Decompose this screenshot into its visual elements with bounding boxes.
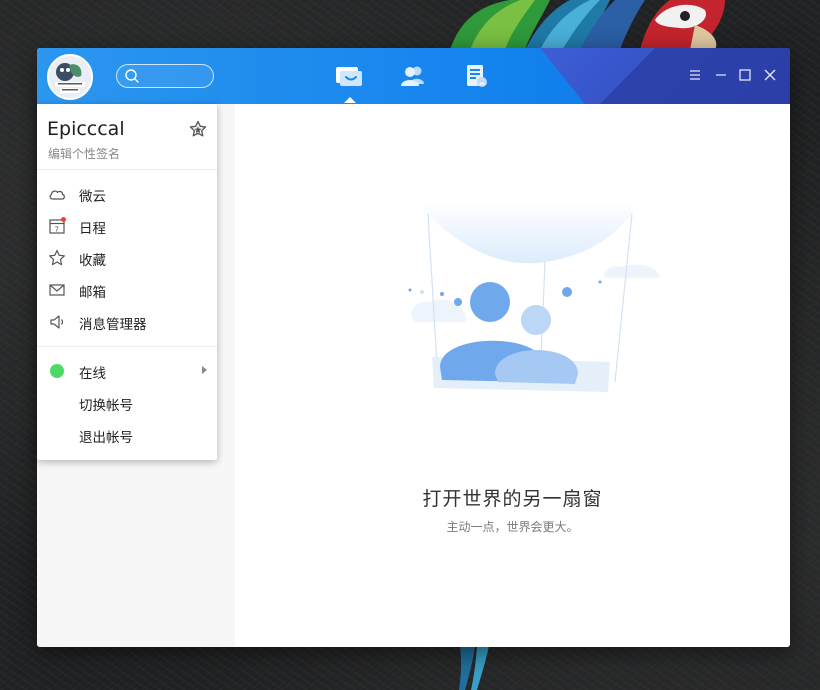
wallpaper-parrot-tail xyxy=(455,646,505,690)
empty-state-title: 打开世界的另一扇窗 xyxy=(422,488,603,510)
menu-item-logout[interactable]: 退出帐号 xyxy=(37,420,217,450)
speaker-icon xyxy=(50,315,64,329)
maximize-icon xyxy=(739,69,751,81)
minimize-icon xyxy=(716,74,726,76)
hot-air-balloon-illustration xyxy=(408,202,660,392)
menu-divider xyxy=(37,169,217,170)
document-icon xyxy=(467,65,487,87)
star-badge-icon[interactable] xyxy=(189,120,207,138)
tab-contacts[interactable] xyxy=(397,62,429,90)
minimize-button[interactable] xyxy=(713,67,729,83)
search-icon xyxy=(125,69,139,83)
contacts-icon xyxy=(401,66,424,86)
menu-item-label: 切换帐号 xyxy=(79,398,133,414)
mail-icon xyxy=(49,284,65,296)
menu-item-calendar[interactable]: 7 日程 xyxy=(37,211,217,241)
chat-bubble-icon xyxy=(336,67,362,86)
calendar-icon: 7 xyxy=(49,217,66,234)
menu-item-message-manager[interactable]: 消息管理器 xyxy=(37,307,217,337)
title-bar[interactable] xyxy=(37,48,790,104)
online-status-dot xyxy=(50,364,64,378)
empty-state-subtitle: 主动一点，世界会更大。 xyxy=(446,520,579,534)
menu-item-label: 日程 xyxy=(79,221,106,237)
tab-groups[interactable] xyxy=(461,62,493,90)
search-input[interactable] xyxy=(143,67,207,84)
profile-menu: Epicccal 编辑个性签名 微云 7 日程 收藏 邮箱 消息管理器 在线 切… xyxy=(37,104,217,460)
menu-divider xyxy=(37,346,217,347)
username: Epicccal xyxy=(47,118,125,140)
submenu-arrow-icon xyxy=(202,366,207,374)
menu-item-status[interactable]: 在线 xyxy=(37,356,217,386)
notification-badge xyxy=(61,217,66,222)
menu-item-weiyun[interactable]: 微云 xyxy=(37,179,217,209)
calendar-day: 7 xyxy=(55,226,59,234)
menu-item-label: 收藏 xyxy=(79,253,106,269)
menu-item-label: 邮箱 xyxy=(79,285,106,301)
menu-button[interactable] xyxy=(687,67,703,83)
empty-state-panel: 打开世界的另一扇窗 主动一点，世界会更大。 xyxy=(235,104,790,647)
tab-messages[interactable] xyxy=(333,62,365,103)
cloud-icon xyxy=(49,190,65,200)
menu-item-label: 消息管理器 xyxy=(79,317,147,333)
menu-item-favorites[interactable]: 收藏 xyxy=(37,243,217,273)
avatar[interactable] xyxy=(47,54,93,100)
star-icon xyxy=(49,249,65,266)
search-box[interactable] xyxy=(116,64,214,88)
maximize-button[interactable] xyxy=(737,67,753,83)
close-button[interactable] xyxy=(762,67,778,83)
menu-item-label: 微云 xyxy=(79,189,106,205)
menu-icon xyxy=(690,70,700,80)
status-label: 在线 xyxy=(79,366,106,382)
menu-item-label: 退出帐号 xyxy=(79,430,133,446)
wallpaper-parrot xyxy=(440,0,740,50)
close-icon xyxy=(764,69,776,81)
menu-item-mail[interactable]: 邮箱 xyxy=(37,275,217,305)
menu-item-switch-account[interactable]: 切换帐号 xyxy=(37,388,217,418)
signature-link[interactable]: 编辑个性签名 xyxy=(48,145,120,162)
